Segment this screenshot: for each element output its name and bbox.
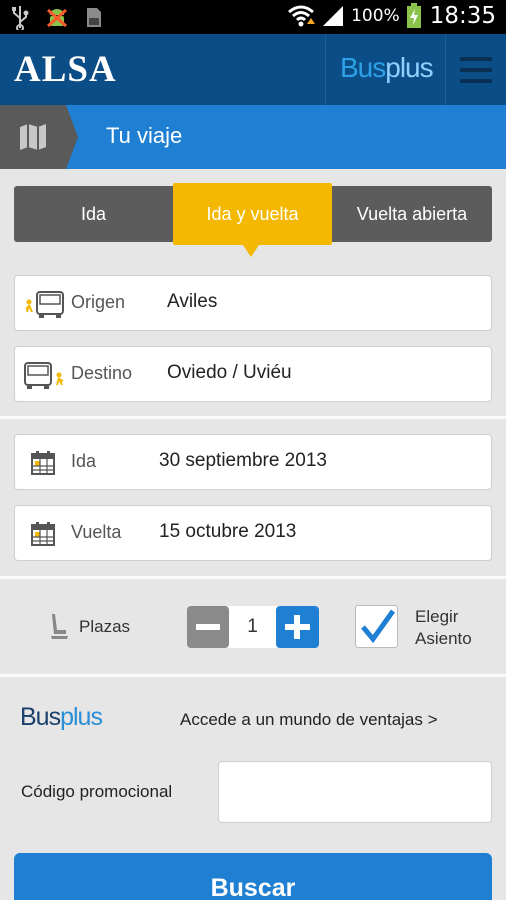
bus-departure-icon [25, 291, 64, 318]
clock: 18:35 [429, 3, 496, 29]
trip-type-round-trip[interactable]: Ida y vuelta [173, 183, 332, 245]
promo-code-input[interactable] [218, 761, 492, 823]
origin-label: Origen [71, 292, 126, 312]
return-date-value: 15 octubre 2013 [159, 521, 297, 542]
choose-seat-label-line1: Elegir [415, 607, 459, 626]
app-header: ALSA Busplus [0, 34, 506, 105]
page-title: Tu viaje [106, 123, 183, 148]
title-bar: Tu viaje [0, 105, 506, 169]
trip-type-open-return[interactable]: Vuelta abierta [332, 186, 492, 242]
search-button[interactable]: Buscar [14, 853, 492, 900]
signal-icon [323, 6, 344, 26]
status-bar: 100% 18:35 [0, 0, 506, 34]
choose-seat-label: Elegir Asiento [415, 606, 472, 650]
busplus-header-logo[interactable]: Busplus [340, 52, 434, 84]
battery-charging-icon [406, 3, 421, 28]
seats-decrement-button[interactable] [187, 606, 229, 648]
return-date-label: Vuelta [71, 522, 122, 542]
busplus-logo-part2: plus [60, 703, 103, 731]
alsa-logo: ALSA [14, 49, 117, 90]
outbound-date-label: Ida [71, 451, 97, 471]
destination-value: Oviedo / Uviéu [167, 362, 292, 383]
seats-count: 1 [247, 616, 258, 637]
wifi-icon [288, 5, 316, 27]
map-tab-arrow [66, 105, 78, 169]
calendar-icon [31, 522, 55, 546]
android-debug-icon [47, 8, 67, 28]
section-divider [0, 416, 506, 419]
bus-arrival-icon [24, 362, 64, 389]
header-divider [325, 34, 326, 105]
busplus-advantages-link[interactable]: Accede a un mundo de ventajas > [180, 710, 438, 730]
checkmark-icon [361, 609, 396, 644]
selected-pointer [243, 245, 259, 257]
status-bar-notifications [10, 4, 104, 30]
busplus-logo-part1: Bus [20, 703, 61, 731]
return-date-field[interactable]: Vuelta 15 octubre 2013 [14, 505, 492, 561]
usb-icon [12, 6, 29, 30]
seats-label: Plazas [79, 617, 131, 636]
destination-field[interactable]: Destino Oviedo / Uviéu [14, 346, 492, 402]
section-divider [0, 674, 506, 677]
map-icon [20, 124, 46, 150]
outbound-date-field[interactable]: Ida 30 septiembre 2013 [14, 434, 492, 490]
busplus-logo-part2: plus [385, 52, 433, 83]
origin-field[interactable]: Origen Aviles [14, 275, 492, 331]
sd-card-icon [87, 8, 101, 27]
calendar-icon [31, 451, 55, 475]
seats-stepper: 1 [187, 606, 319, 648]
outbound-date-value: 30 septiembre 2013 [159, 450, 327, 471]
hamburger-menu-icon[interactable] [446, 34, 506, 105]
busplus-logo: Busplus [20, 703, 103, 732]
trip-type-one-way[interactable]: Ida [14, 186, 173, 242]
map-button[interactable] [0, 105, 66, 169]
seats-increment-button[interactable] [276, 606, 319, 648]
battery-percent: 100% [351, 6, 400, 26]
choose-seat-checkbox[interactable] [355, 605, 398, 648]
status-bar-system: 100% 18:35 [287, 3, 496, 29]
busplus-logo-part1: Bus [340, 52, 386, 83]
seat-icon [51, 614, 68, 639]
origin-value: Aviles [167, 291, 218, 312]
choose-seat-label-line2: Asiento [415, 629, 472, 648]
section-divider [0, 576, 506, 579]
promo-code-label: Código promocional [21, 782, 173, 801]
destination-label: Destino [71, 363, 133, 383]
